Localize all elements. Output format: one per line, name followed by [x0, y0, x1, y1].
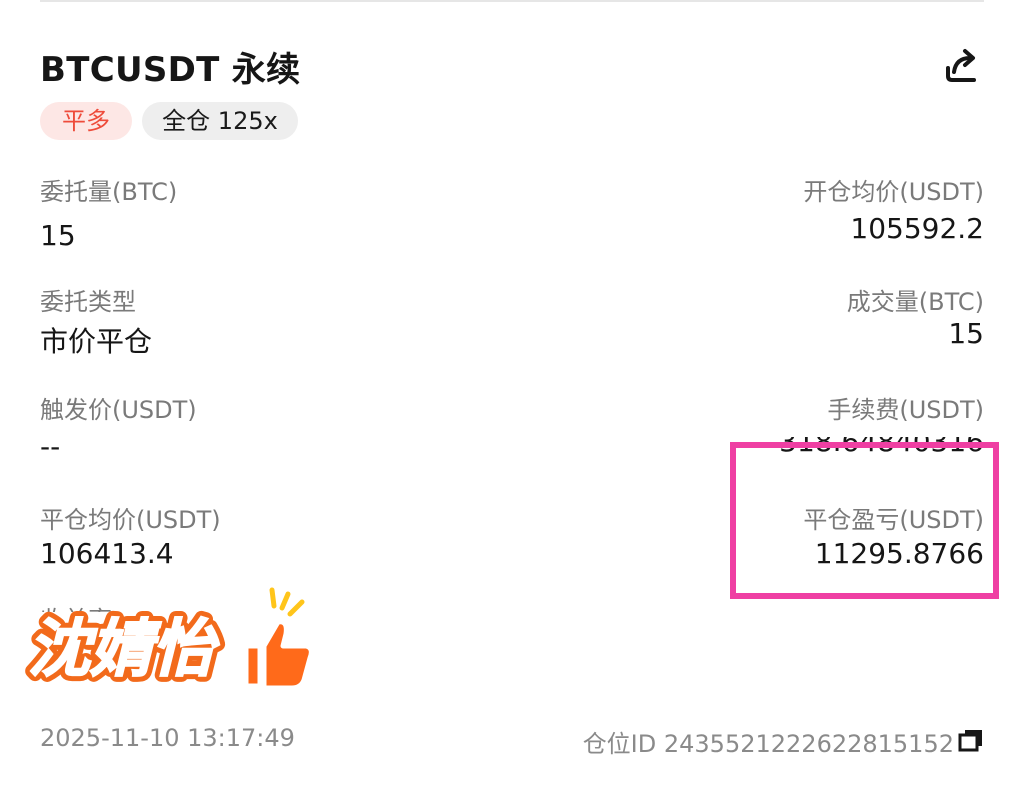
pnl-highlight-box	[730, 442, 999, 599]
margin-mode-badge: 全仓 125x	[142, 102, 298, 140]
avg-close-label: 平仓均价(USDT)	[40, 506, 221, 534]
filled-qty-label: 成交量(BTC)	[846, 288, 984, 316]
order-qty-value: 15	[40, 219, 76, 252]
order-type-value: 市价平仓	[40, 325, 153, 358]
copy-icon[interactable]	[958, 728, 984, 752]
name-sticker: 沈婧怡 沈婧怡	[20, 582, 320, 692]
trigger-price-value: --	[40, 430, 61, 463]
order-type-label: 委托类型	[40, 288, 136, 316]
thumbs-up-icon: 沈婧怡 沈婧怡	[22, 587, 314, 691]
page-title: BTCUSDT 永续	[40, 50, 301, 90]
fee-label: 手续费(USDT)	[827, 396, 984, 424]
order-qty-label: 委托量(BTC)	[40, 178, 178, 206]
side-badge: 平多	[40, 102, 132, 140]
top-divider	[40, 0, 984, 2]
filled-qty-value: 15	[948, 317, 984, 350]
timestamp: 2025-11-10 13:17:49	[40, 724, 295, 752]
position-id: 仓位ID 2435521222622815152	[582, 730, 954, 758]
avg-open-value: 105592.2	[850, 212, 984, 245]
avg-open-label: 开仓均价(USDT)	[803, 178, 984, 206]
sticker-text: 沈婧怡	[28, 612, 220, 685]
avg-close-value: 106413.4	[40, 537, 174, 570]
share-icon[interactable]	[940, 44, 982, 86]
trigger-price-label: 触发价(USDT)	[40, 396, 197, 424]
